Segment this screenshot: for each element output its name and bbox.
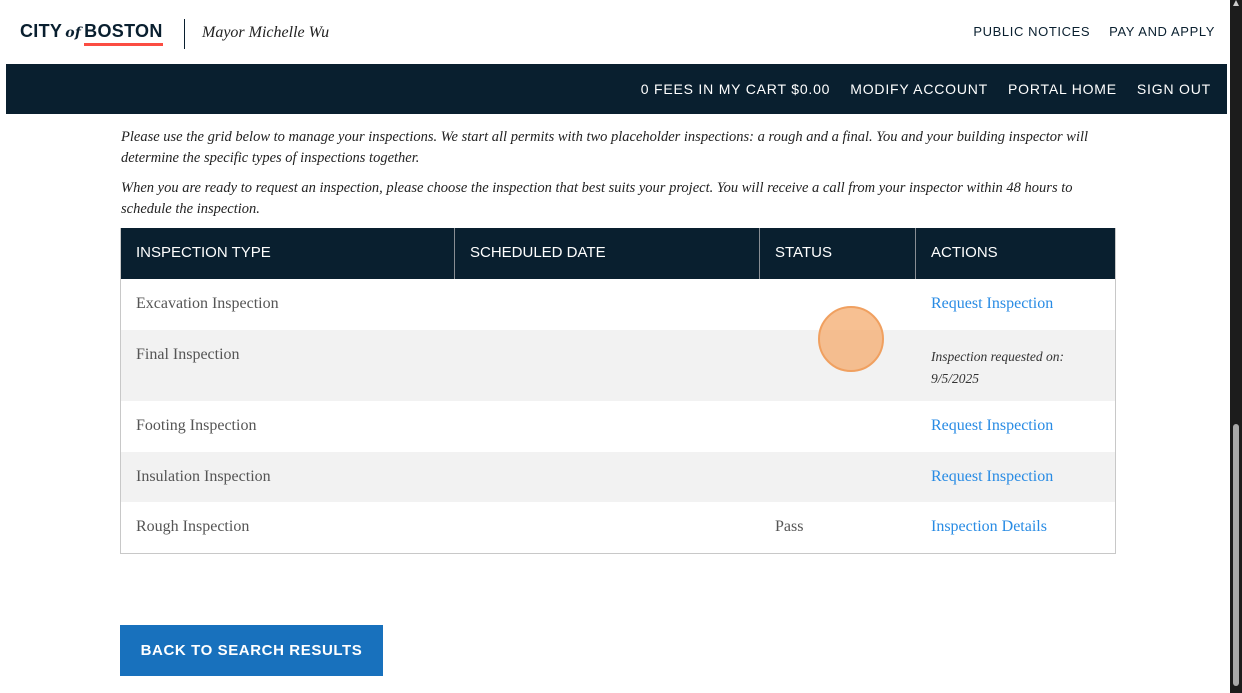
city-of-boston-logo[interactable]: CITY of BOSTON — [20, 21, 163, 42]
status-cell — [760, 452, 916, 502]
table-row: Excavation Inspection Request Inspection — [121, 279, 1115, 330]
inspection-type-cell: Rough Inspection — [136, 518, 250, 535]
scheduled-date-cell — [455, 330, 760, 401]
inspection-type-cell: Footing Inspection — [136, 417, 257, 434]
status-cell: Pass — [775, 518, 804, 535]
inspections-table: INSPECTION TYPE SCHEDULED DATE STATUS AC… — [120, 228, 1116, 554]
request-inspection-link[interactable]: Request Inspection — [916, 452, 1115, 502]
inspection-type-cell: Final Inspection — [136, 346, 240, 363]
back-to-search-results-button[interactable]: BACK TO SEARCH RESULTS — [120, 625, 383, 676]
account-nav-bar: 0 FEES IN MY CART $0.00 MODIFY ACCOUNT P… — [6, 64, 1227, 114]
vertical-scrollbar[interactable] — [1230, 0, 1242, 693]
scheduled-date-cell — [455, 452, 760, 502]
intro-paragraph-2: When you are ready to request an inspect… — [121, 180, 1073, 217]
inspection-requested-note: Inspection requested on: 9/5/2025 — [916, 330, 1115, 401]
inspection-type-cell: Excavation Inspection — [136, 295, 279, 312]
table-row: Rough Inspection Pass Inspection Details — [121, 502, 1115, 553]
table-row: Footing Inspection Request Inspection — [121, 401, 1115, 452]
inspection-requested-date: 9/5/2025 — [931, 371, 980, 386]
column-header-scheduled-date: SCHEDULED DATE — [455, 228, 760, 279]
logo-of-text: of — [65, 25, 82, 41]
intro-paragraph-1: Please use the grid below to manage your… — [121, 129, 1089, 166]
inspection-requested-label: Inspection requested on: — [931, 349, 1064, 364]
scheduled-date-cell — [455, 502, 760, 553]
top-header: CITY of BOSTON Mayor Michelle Wu PUBLIC NO… — [6, 7, 1227, 63]
scrollbar-thumb[interactable] — [1233, 424, 1239, 686]
pay-and-apply-link[interactable]: PAY AND APPLY — [1109, 24, 1215, 39]
modify-account-link[interactable]: MODIFY ACCOUNT — [850, 81, 988, 97]
request-inspection-link[interactable]: Request Inspection — [916, 279, 1115, 330]
table-row: Final Inspection Inspection requested on… — [121, 330, 1115, 401]
table-row: Insulation Inspection Request Inspection — [121, 452, 1115, 502]
scheduled-date-cell — [455, 279, 760, 330]
sign-out-link[interactable]: SIGN OUT — [1137, 81, 1211, 97]
inspection-details-link[interactable]: Inspection Details — [916, 502, 1115, 553]
cart-fees-link[interactable]: 0 FEES IN MY CART $0.00 — [641, 81, 831, 97]
scroll-up-arrow-icon[interactable] — [1233, 0, 1239, 6]
request-inspection-link[interactable]: Request Inspection — [916, 401, 1115, 452]
portal-home-link[interactable]: PORTAL HOME — [1008, 81, 1117, 97]
logo-city-text: CITY — [20, 21, 63, 41]
inspection-type-cell: Insulation Inspection — [136, 468, 271, 485]
column-header-status: STATUS — [760, 228, 916, 279]
mayor-name: Mayor Michelle Wu — [202, 24, 330, 41]
account-nav-links: 0 FEES IN MY CART $0.00 MODIFY ACCOUNT P… — [641, 81, 1211, 97]
column-header-actions: ACTIONS — [931, 244, 998, 261]
header-divider — [184, 19, 185, 49]
status-cell — [760, 401, 916, 452]
logo-boston-text: BOSTON — [84, 21, 163, 41]
page: CITY of BOSTON Mayor Michelle Wu PUBLIC NO… — [6, 7, 1227, 693]
click-indicator — [818, 306, 884, 372]
column-header-inspection-type: INSPECTION TYPE — [121, 228, 455, 279]
table-header: INSPECTION TYPE SCHEDULED DATE STATUS AC… — [121, 228, 1115, 279]
public-notices-link[interactable]: PUBLIC NOTICES — [973, 24, 1090, 39]
scheduled-date-cell — [455, 401, 760, 452]
top-links: PUBLIC NOTICES PAY AND APPLY — [973, 24, 1215, 39]
